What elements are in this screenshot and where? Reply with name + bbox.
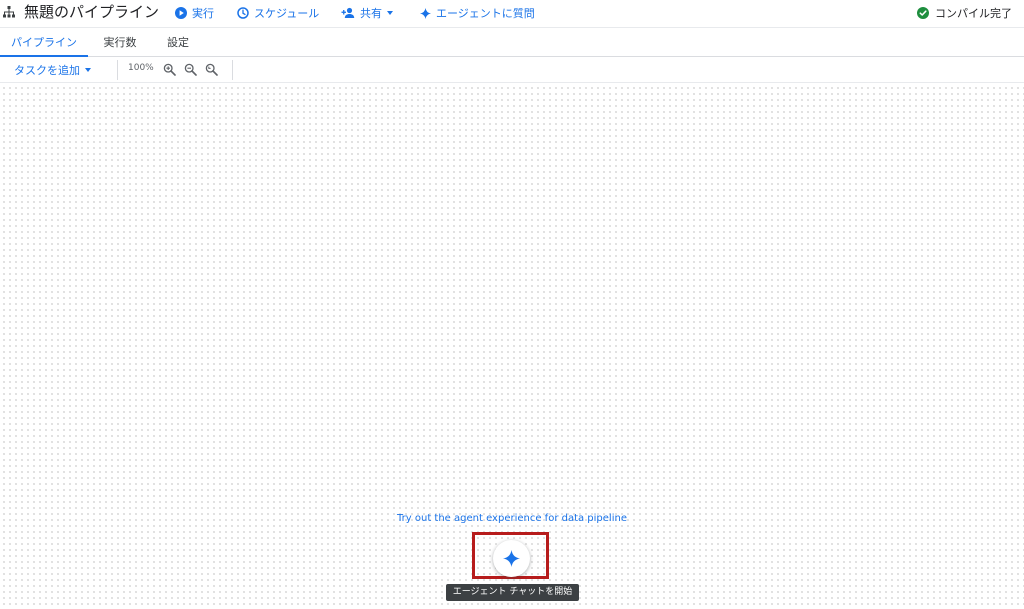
run-label: 実行 (192, 7, 214, 20)
ask-agent-label: エージェントに質問 (436, 7, 535, 20)
share-label: 共有 (360, 7, 382, 20)
chevron-down-icon (387, 11, 393, 15)
zoom-out-icon[interactable] (184, 63, 197, 76)
tab-runs-label: 実行数 (103, 36, 137, 49)
tooltip: エージェント チャットを開始 (446, 584, 579, 601)
schedule-label: スケジュール (254, 7, 320, 20)
zoom-in-icon[interactable] (163, 63, 176, 76)
toolbar-divider (117, 60, 118, 80)
tab-settings[interactable]: 設定 (156, 28, 200, 57)
pipeline-icon (3, 6, 15, 18)
canvas-toolbar: タスクを追加 100% (0, 57, 1024, 83)
pipeline-canvas[interactable] (0, 84, 1024, 609)
chevron-down-icon (85, 68, 91, 72)
add-task-label: タスクを追加 (14, 64, 80, 77)
tab-runs[interactable]: 実行数 (94, 28, 146, 57)
ask-agent-button[interactable]: エージェントに質問 (420, 4, 535, 22)
sparkle-icon (503, 550, 520, 567)
sparkle-icon (420, 7, 431, 19)
zoom-level: 100% (128, 63, 154, 73)
run-button[interactable]: 実行 (175, 4, 214, 22)
top-bar: 無題のパイプライン 実行 スケジュール 共有 エージェントに質問 コンパイル完了 (0, 0, 1024, 26)
clock-icon (237, 7, 249, 19)
play-circle-icon (175, 7, 187, 19)
start-agent-chat-button[interactable] (493, 540, 530, 577)
tab-bar: パイプライン 実行数 設定 (0, 27, 1024, 57)
compile-status-label: コンパイル完了 (935, 7, 1012, 20)
add-task-button[interactable]: タスクを追加 (14, 61, 91, 79)
tab-settings-label: 設定 (167, 36, 189, 49)
zoom-reset-icon[interactable] (205, 63, 218, 76)
check-circle-icon (917, 7, 929, 19)
share-button[interactable]: 共有 (341, 4, 393, 22)
person-add-icon (341, 7, 355, 18)
schedule-button[interactable]: スケジュール (237, 4, 319, 22)
compile-status: コンパイル完了 (917, 4, 1012, 22)
toolbar-divider (232, 60, 233, 80)
tab-pipeline[interactable]: パイプライン (0, 28, 88, 57)
agent-prompt-link[interactable]: Try out the agent experience for data pi… (0, 513, 1024, 524)
tab-pipeline-label: パイプライン (11, 36, 77, 49)
page-title: 無題のパイプライン (24, 3, 160, 21)
